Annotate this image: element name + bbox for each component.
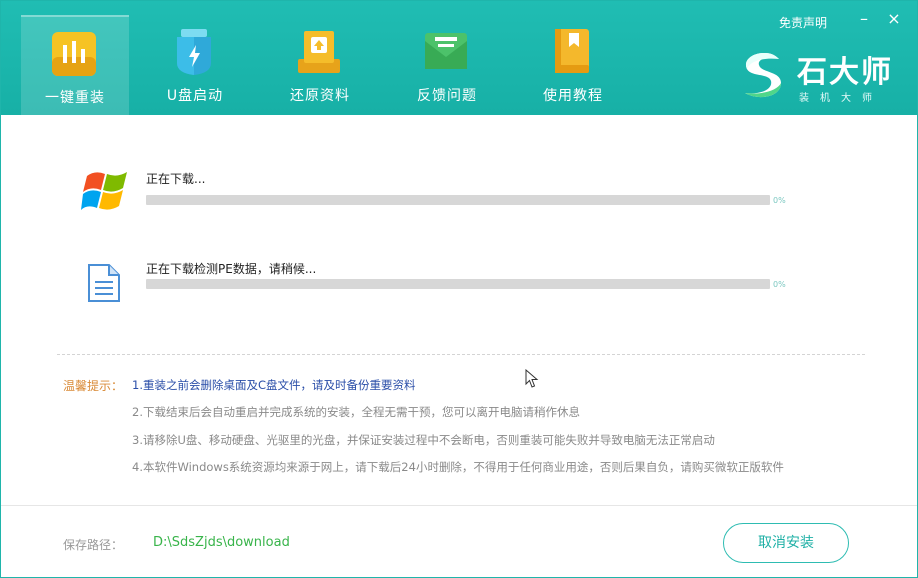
document-icon — [88, 264, 120, 302]
usb-drive-icon — [177, 29, 211, 75]
download-task-label: 正在下载... — [146, 172, 206, 186]
nav-item-feedback[interactable]: 反馈问题 — [393, 15, 501, 115]
restore-box-icon — [298, 31, 340, 73]
installer-window: 一键重装 U盘启动 还原资料 反馈问题 使用教程 免责声明 – × 石大师 装机… — [0, 0, 918, 578]
nav-label-usb-boot: U盘启动 — [166, 88, 224, 104]
tip-item-1: 1.重装之前会删除桌面及C盘文件，请及时备份重要资料 — [132, 378, 416, 392]
save-path-label: 保存路径： — [63, 538, 124, 552]
nav-item-restore-data[interactable]: 还原资料 — [266, 15, 374, 115]
nav-item-tutorial[interactable]: 使用教程 — [519, 15, 627, 115]
tips-title: 温馨提示： — [63, 379, 124, 393]
tip-item-4: 4.本软件Windows系统资源均来源于网上，请下载后24小时删除，不得用于任何… — [132, 460, 784, 474]
mouse-cursor-icon — [525, 369, 539, 388]
disclaimer-link[interactable]: 免责声明 — [779, 14, 827, 31]
download-progress-bar — [146, 195, 770, 205]
minimize-button[interactable]: – — [855, 9, 873, 29]
book-icon — [555, 29, 589, 73]
nav-label-tutorial: 使用教程 — [543, 88, 603, 104]
brand-title: 石大师 — [797, 55, 893, 90]
tip-item-2: 2.下载结束后会自动重启并完成系统的安装，全程无需干预，您可以离开电脑请稍作休息 — [132, 405, 580, 419]
tip-item-3: 3.请移除U盘、移动硬盘、光驱里的光盘，并保证安装过程中不会断电，否则重装可能失… — [132, 433, 715, 447]
close-button[interactable]: × — [885, 9, 903, 29]
save-path-value[interactable]: D:\SdsZjds\download — [153, 535, 290, 550]
pe-download-progress-percent: 0% — [773, 280, 786, 289]
pe-download-task-label: 正在下载检测PE数据，请稍候... — [146, 262, 317, 276]
nav-label-feedback: 反馈问题 — [417, 88, 477, 104]
brand-logo-icon — [745, 53, 781, 98]
cancel-install-button[interactable]: 取消安装 — [723, 523, 849, 563]
dashed-divider — [57, 354, 865, 355]
bar-chart-icon — [52, 32, 96, 76]
windows-logo-icon — [81, 172, 127, 210]
top-navigation-bar: 一键重装 U盘启动 还原资料 反馈问题 使用教程 免责声明 – × 石大师 装机… — [1, 1, 917, 117]
nav-label-one-key-reinstall: 一键重装 — [45, 90, 105, 106]
brand-subtitle: 装机大师 — [799, 93, 883, 104]
brand-logo: 石大师 装机大师 — [739, 47, 909, 105]
download-progress-percent: 0% — [773, 196, 786, 205]
pe-download-progress-bar — [146, 279, 770, 289]
nav-item-usb-boot[interactable]: U盘启动 — [141, 15, 249, 115]
envelope-icon — [425, 33, 467, 69]
nav-label-restore-data: 还原资料 — [290, 88, 350, 104]
footer-divider — [1, 505, 917, 506]
nav-item-one-key-reinstall[interactable]: 一键重装 — [21, 15, 129, 117]
